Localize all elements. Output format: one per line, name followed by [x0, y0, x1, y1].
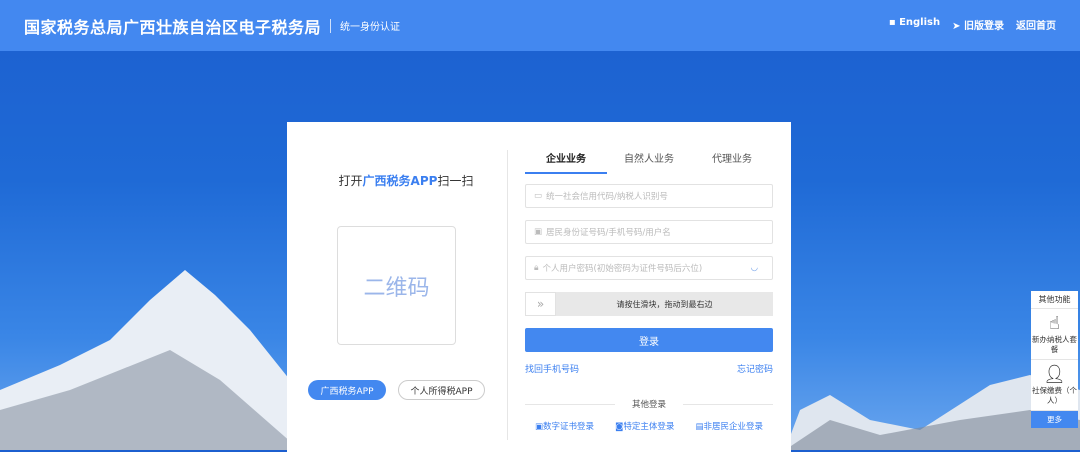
send-icon: ➤ [952, 21, 964, 32]
qr-code: 二维码 [337, 226, 456, 345]
slider-captcha[interactable]: » 请按住滑块，拖动到最右边 [525, 292, 773, 316]
side-panel-title: 其他功能 [1031, 291, 1078, 309]
flag-icon: ▪ [888, 17, 900, 28]
double-chevron-icon: » [536, 297, 545, 311]
certificate-icon: ▣ [535, 422, 544, 432]
specific-entity-login[interactable]: ◙特定主体登录 [615, 420, 674, 432]
social-security-payment[interactable]: 👤︎ 社保缴费（个人） [1031, 360, 1078, 411]
user-icon: ▣ [534, 227, 543, 237]
tab-enterprise[interactable]: 企业业务 [525, 150, 607, 174]
site-title: 国家税务总局广西壮族自治区电子税务局 [24, 17, 322, 37]
card-icon: ▭ [534, 191, 543, 201]
guangxi-tax-app-button[interactable]: 广西税务APP [308, 380, 386, 400]
tab-agent[interactable]: 代理业务 [691, 150, 773, 174]
divider [507, 150, 508, 440]
divider [330, 18, 332, 33]
login-button[interactable]: 登录 [525, 328, 773, 352]
site-subtitle: 统一身份认证 [340, 22, 401, 33]
credit-code-input[interactable]: ▭ 统一社会信用代码/纳税人识别号 [525, 184, 773, 208]
new-taxpayer-package[interactable]: ☝ 新办纳税人套餐 [1031, 309, 1078, 360]
old-login-link[interactable]: ➤ 旧版登录 [952, 17, 1004, 32]
more-button[interactable]: 更多 [1031, 411, 1078, 428]
eye-closed-icon[interactable]: ◡ [751, 263, 758, 273]
home-link[interactable]: 返回首页 [1016, 17, 1056, 32]
other-login-heading: 其他登录 [525, 398, 773, 410]
hand-pointer-icon: ☝ [1049, 313, 1060, 334]
login-card: 打开广西税务APP扫一扫 二维码 广西税务APP 个人所得税APP 企业业务 自… [287, 122, 791, 452]
retrieve-phone-link[interactable]: 找回手机号码 [525, 362, 579, 375]
personal-tax-app-button[interactable]: 个人所得税APP [398, 380, 485, 400]
digital-cert-login[interactable]: ▣数字证书登录 [535, 420, 594, 432]
slider-handle[interactable]: » [525, 292, 556, 316]
top-header: 国家税务总局广西壮族自治区电子税务局 统一身份认证 ▪ English ➤ 旧版… [0, 0, 1080, 51]
person-icon: 👤︎ [1043, 364, 1066, 385]
forgot-password-link[interactable]: 忘记密码 [737, 362, 773, 375]
nonresident-login[interactable]: ▤非居民企业登录 [695, 420, 763, 432]
lock-icon: 🔒︎ [534, 263, 539, 273]
english-link[interactable]: ▪ English [889, 17, 940, 32]
side-panel: 其他功能 ☝ 新办纳税人套餐 👤︎ 社保缴费（个人） 更多 [1031, 291, 1078, 428]
tab-individual[interactable]: 自然人业务 [608, 150, 690, 174]
password-input[interactable]: 🔒︎ 个人用户密码(初始密码为证件号码后六位) ◡ [525, 256, 773, 280]
account-input[interactable]: ▣ 居民身份证号码/手机号码/用户名 [525, 220, 773, 244]
scan-prompt: 打开广西税务APP扫一扫 [338, 174, 474, 188]
